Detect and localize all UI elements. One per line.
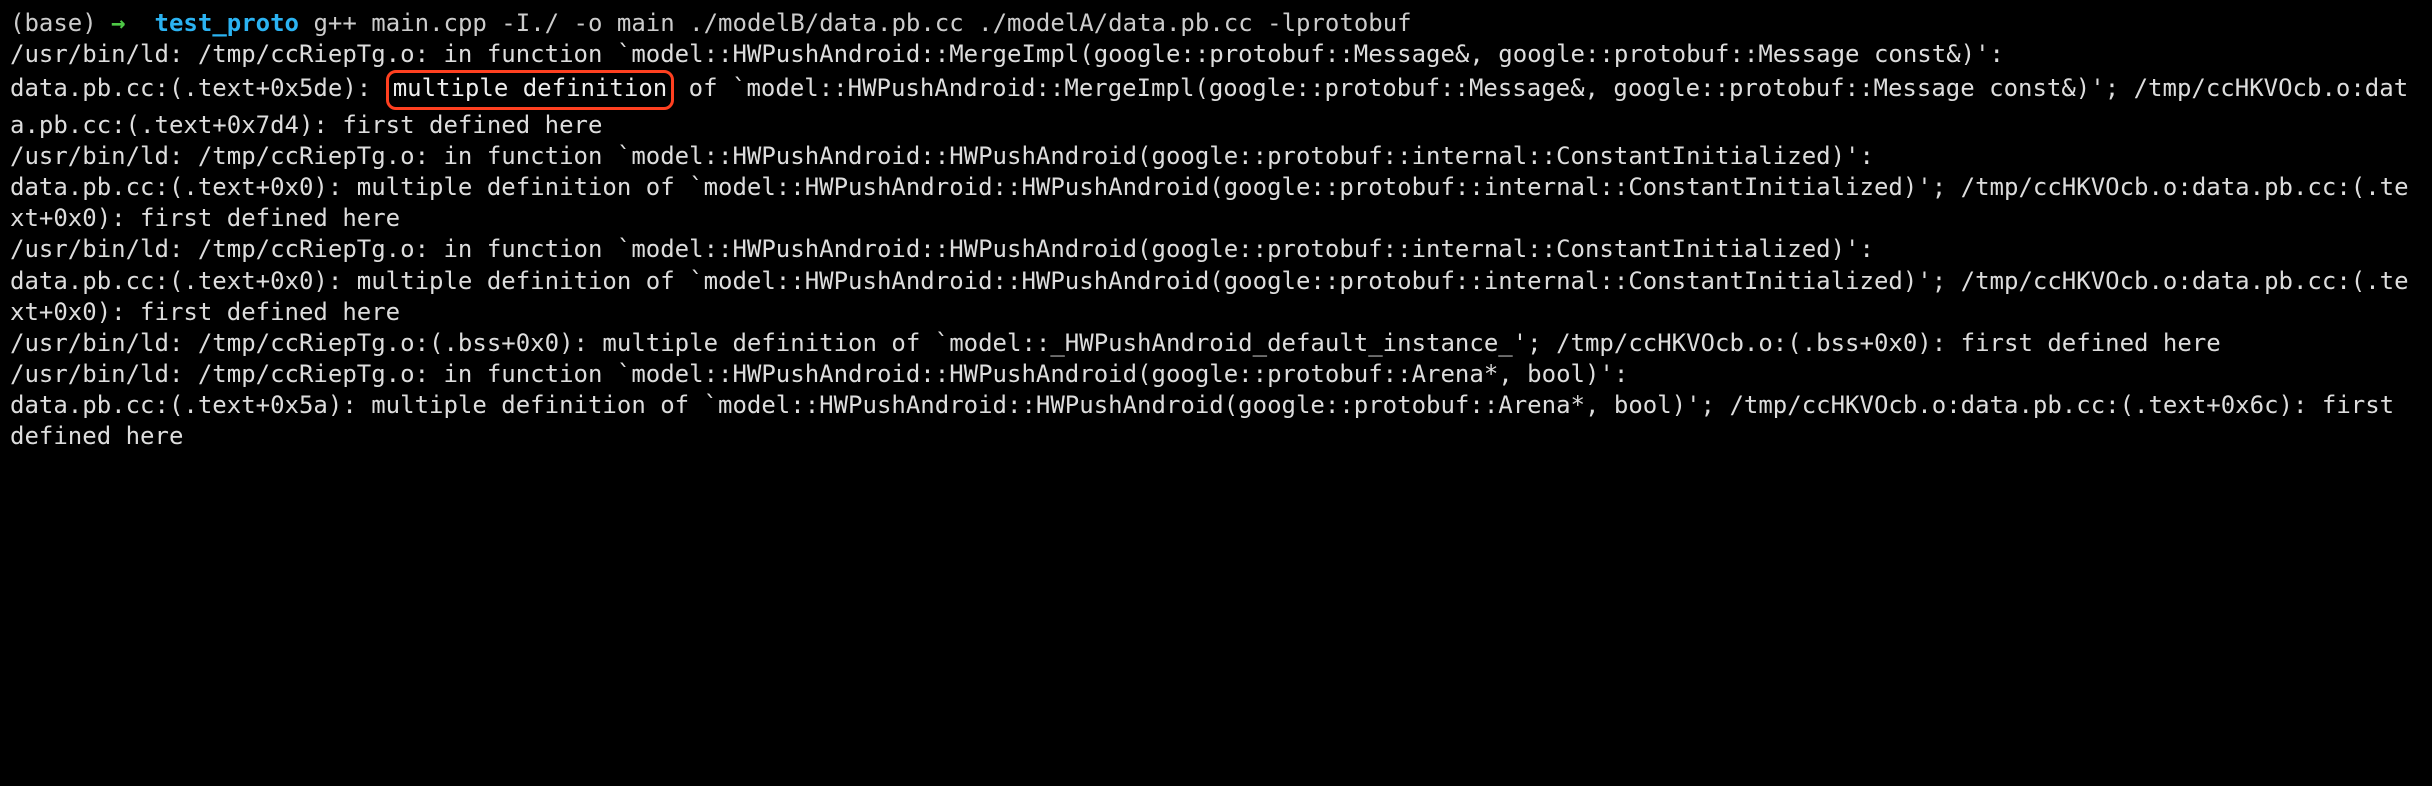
- conda-env: (base): [10, 9, 97, 37]
- highlighted-error-text: multiple definition: [386, 70, 675, 109]
- prompt-arrow-icon: →: [111, 9, 125, 37]
- command-text: g++ main.cpp -I./ -o main ./modelB/data.…: [313, 9, 1411, 37]
- terminal-line: /usr/bin/ld: /tmp/ccRiepTg.o: in functio…: [10, 40, 2004, 68]
- terminal-line: data.pb.cc:(.text+0x5de):: [10, 74, 386, 102]
- terminal-line: /usr/bin/ld: /tmp/ccRiepTg.o: in functio…: [10, 235, 1874, 263]
- prompt-cwd: test_proto: [155, 9, 300, 37]
- terminal-line: /usr/bin/ld: /tmp/ccRiepTg.o:(.bss+0x0):…: [10, 329, 2221, 357]
- terminal-line: /usr/bin/ld: /tmp/ccRiepTg.o: in functio…: [10, 142, 1874, 170]
- terminal-line: data.pb.cc:(.text+0x0): multiple definit…: [10, 173, 2409, 232]
- terminal-line: /usr/bin/ld: /tmp/ccRiepTg.o: in functio…: [10, 360, 1628, 388]
- terminal-line: data.pb.cc:(.text+0x5a): multiple defini…: [10, 391, 2409, 450]
- terminal-line: data.pb.cc:(.text+0x0): multiple definit…: [10, 267, 2409, 326]
- terminal-output[interactable]: (base) → test_proto g++ main.cpp -I./ -o…: [0, 0, 2432, 463]
